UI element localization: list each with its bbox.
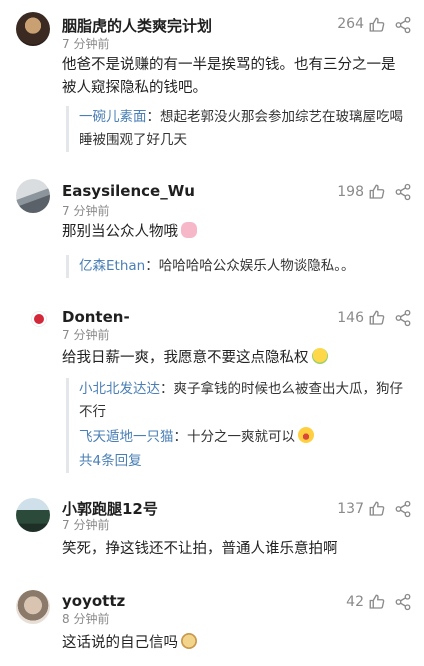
comment-item: Donten- 7 分钟前 146 给我日薪一爽，我愿意不要这点隐私权 小北北发… (0, 290, 424, 473)
comment-item: yoyottz 8 分钟前 42 这话说的自己信吗 (0, 580, 424, 666)
laughing-face-emoji-icon (298, 427, 314, 443)
share-icon[interactable] (394, 183, 412, 201)
thumbs-up-icon[interactable] (368, 593, 386, 611)
comment-item: Easysilence_Wu 7 分钟前 198 那别当公众人物哦 亿森Etha… (0, 165, 424, 290)
share-icon[interactable] (394, 593, 412, 611)
like-count: 42 (346, 594, 364, 610)
comment-item: 小郭跑腿12号 7 分钟前 137 笑死，挣这钱还不让拍，普通人谁乐意拍啊 (0, 470, 424, 580)
comment-text: 笑死，挣这钱还不让拍，普通人谁乐意拍啊 (62, 541, 338, 557)
timestamp: 7 分钟前 (62, 328, 110, 342)
reply-text: ：十分之一爽就可以 (173, 429, 296, 445)
share-icon[interactable] (394, 500, 412, 518)
comment-item: 胭脂虎的人类爽完计划 7 分钟前 264 他爸不是说赚的有一半是挨骂的钱。也有三… (0, 0, 424, 165)
like-count: 264 (337, 16, 364, 32)
reply-username[interactable]: 飞天遁地一只猫 (79, 429, 174, 445)
username[interactable]: Donten- (62, 308, 130, 326)
dog-face-emoji-icon (181, 633, 197, 649)
share-icon[interactable] (394, 16, 412, 34)
thumbs-up-icon[interactable] (368, 16, 386, 34)
reply-line: 飞天遁地一只猫：十分之一爽就可以 (79, 426, 406, 449)
thumbs-up-icon[interactable] (368, 309, 386, 327)
like-count: 198 (337, 184, 364, 200)
timestamp: 8 分钟前 (62, 612, 110, 626)
pig-emoji-icon (181, 222, 197, 238)
avatar[interactable] (16, 179, 50, 213)
comment-text: 那别当公众人物哦 (62, 221, 402, 244)
comment-text: 他爸不是说赚的有一半是挨骂的钱。也有三分之一是被人窥探隐私的钱吧。 (62, 57, 396, 96)
reply-line: 小北北发达达：爽子拿钱的时候也么被查出大瓜，狗仔不行 (79, 378, 406, 424)
reply-username[interactable]: 一碗儿素面 (79, 109, 147, 125)
timestamp: 7 分钟前 (62, 37, 110, 51)
comment-text-body: 给我日薪一爽，我愿意不要这点隐私权 (62, 350, 309, 366)
like-count: 146 (337, 310, 364, 326)
share-icon[interactable] (394, 309, 412, 327)
timestamp: 7 分钟前 (62, 518, 110, 532)
username[interactable]: 胭脂虎的人类爽完计划 (62, 15, 212, 36)
like-count: 137 (337, 501, 364, 517)
comment-text: 这话说的自己信吗 (62, 632, 402, 655)
reply-box[interactable]: 小北北发达达：爽子拿钱的时候也么被查出大瓜，狗仔不行 飞天遁地一只猫：十分之一爽… (66, 378, 406, 473)
thumbs-up-icon[interactable] (368, 183, 386, 201)
reply-username[interactable]: 小北北发达达 (79, 381, 160, 397)
username[interactable]: Easysilence_Wu (62, 182, 195, 200)
timestamp: 7 分钟前 (62, 204, 110, 218)
avatar[interactable] (32, 312, 46, 326)
reply-box[interactable]: 亿森Ethan：哈哈哈哈公众娱乐人物谈隐私。。 (66, 255, 406, 278)
comment-text-body: 这话说的自己信吗 (62, 635, 178, 651)
reply-box[interactable]: 一碗儿素面：想起老郭没火那会参加综艺在玻璃屋吃喝睡被围观了好几天 (66, 106, 406, 152)
thumbs-up-icon[interactable] (368, 500, 386, 518)
avatar[interactable] (16, 590, 50, 624)
comment-text-body: 那别当公众人物哦 (62, 224, 178, 240)
reply-text: ：哈哈哈哈公众娱乐人物谈隐私。。 (145, 258, 355, 274)
avatar[interactable] (16, 498, 50, 532)
reply-username[interactable]: 亿森Ethan (79, 258, 145, 274)
username[interactable]: yoyottz (62, 592, 125, 610)
comment-text: 给我日薪一爽，我愿意不要这点隐私权 (62, 347, 402, 370)
avatar[interactable] (16, 12, 50, 46)
crying-face-emoji-icon (311, 348, 328, 364)
